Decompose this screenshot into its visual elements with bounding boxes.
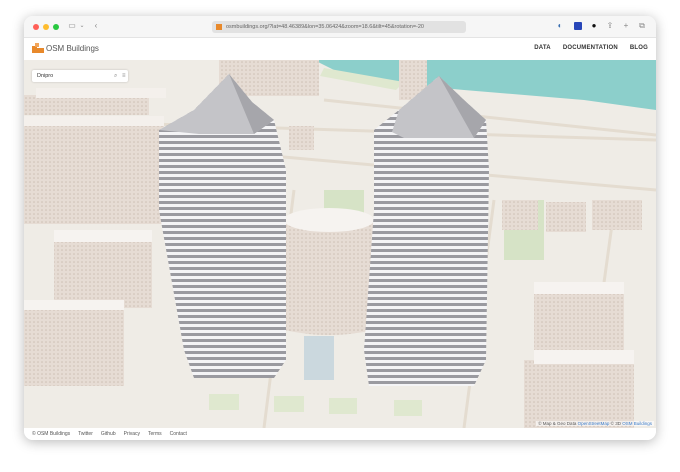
close-window-button[interactable] [33, 24, 39, 30]
sidebar-icon[interactable]: ▭ [68, 22, 76, 30]
share-icon[interactable]: ⇪ [606, 22, 614, 30]
extension-bitwarden-icon[interactable] [574, 22, 582, 30]
footer-github-link[interactable]: Github [101, 431, 116, 437]
zoom-window-button[interactable] [53, 24, 59, 30]
tabs-overview-icon[interactable]: ⧉ [638, 22, 646, 30]
openstreetmap-link[interactable]: OpenStreetMap [578, 421, 610, 426]
search-input[interactable]: Dnipro [37, 73, 53, 79]
extension-dark-icon[interactable]: ● [590, 22, 598, 30]
osm-buildings-link[interactable]: OSM Buildings [622, 421, 652, 426]
nav-data[interactable]: DATA [534, 45, 551, 51]
footer-contact-link[interactable]: Contact [170, 431, 187, 437]
map-canvas[interactable] [24, 60, 656, 428]
nav-blog[interactable]: BLOG [630, 45, 648, 51]
footer-privacy-link[interactable]: Privacy [124, 431, 140, 437]
nav-documentation[interactable]: DOCUMENTATION [563, 45, 618, 51]
tower-left [159, 74, 286, 378]
main-nav: DATA DOCUMENTATION BLOG [534, 45, 648, 51]
browser-toolbar: ▭ ⌄ ‹ osmbuildings.org/?lat=48.46389&lon… [24, 16, 656, 38]
browser-window: ▭ ⌄ ‹ osmbuildings.org/?lat=48.46389&lon… [24, 16, 656, 440]
map-3d-view[interactable]: Dnipro ⌕ ≡ © Map & Geo Data OpenStreetMa… [24, 60, 656, 428]
search-box[interactable]: Dnipro ⌕ ≡ [32, 70, 128, 82]
address-bar[interactable]: osmbuildings.org/?lat=48.46389&lon=35.06… [212, 21, 466, 33]
favicon-icon [216, 24, 222, 30]
footer-terms-link[interactable]: Terms [148, 431, 162, 437]
map-attribution: © Map & Geo Data OpenStreetMap © 3D OSM … [536, 421, 654, 426]
brand-name[interactable]: OSM Buildings [46, 44, 99, 53]
tower-right [364, 76, 489, 386]
extension-icon[interactable]: ◐ [556, 22, 564, 30]
river [314, 60, 656, 110]
footer-twitter-link[interactable]: Twitter [78, 431, 93, 437]
new-tab-icon[interactable]: + [622, 22, 630, 30]
url-text: osmbuildings.org/?lat=48.46389&lon=35.06… [226, 24, 424, 30]
osm-buildings-logo-icon[interactable] [32, 43, 44, 53]
search-icon[interactable]: ⌕ [114, 70, 117, 82]
back-icon[interactable]: ‹ [92, 22, 100, 30]
minimize-window-button[interactable] [43, 24, 49, 30]
chevron-down-icon[interactable]: ⌄ [78, 22, 86, 30]
attribution-prefix: © Map & Geo Data [538, 421, 577, 426]
site-header: OSM Buildings DATA DOCUMENTATION BLOG [24, 38, 656, 60]
attribution-3d: © 3D [610, 421, 621, 426]
menu-icon[interactable]: ≡ [122, 70, 126, 82]
site-footer: © OSM Buildings Twitter Github Privacy T… [24, 428, 656, 440]
footer-copyright: © OSM Buildings [32, 431, 71, 437]
